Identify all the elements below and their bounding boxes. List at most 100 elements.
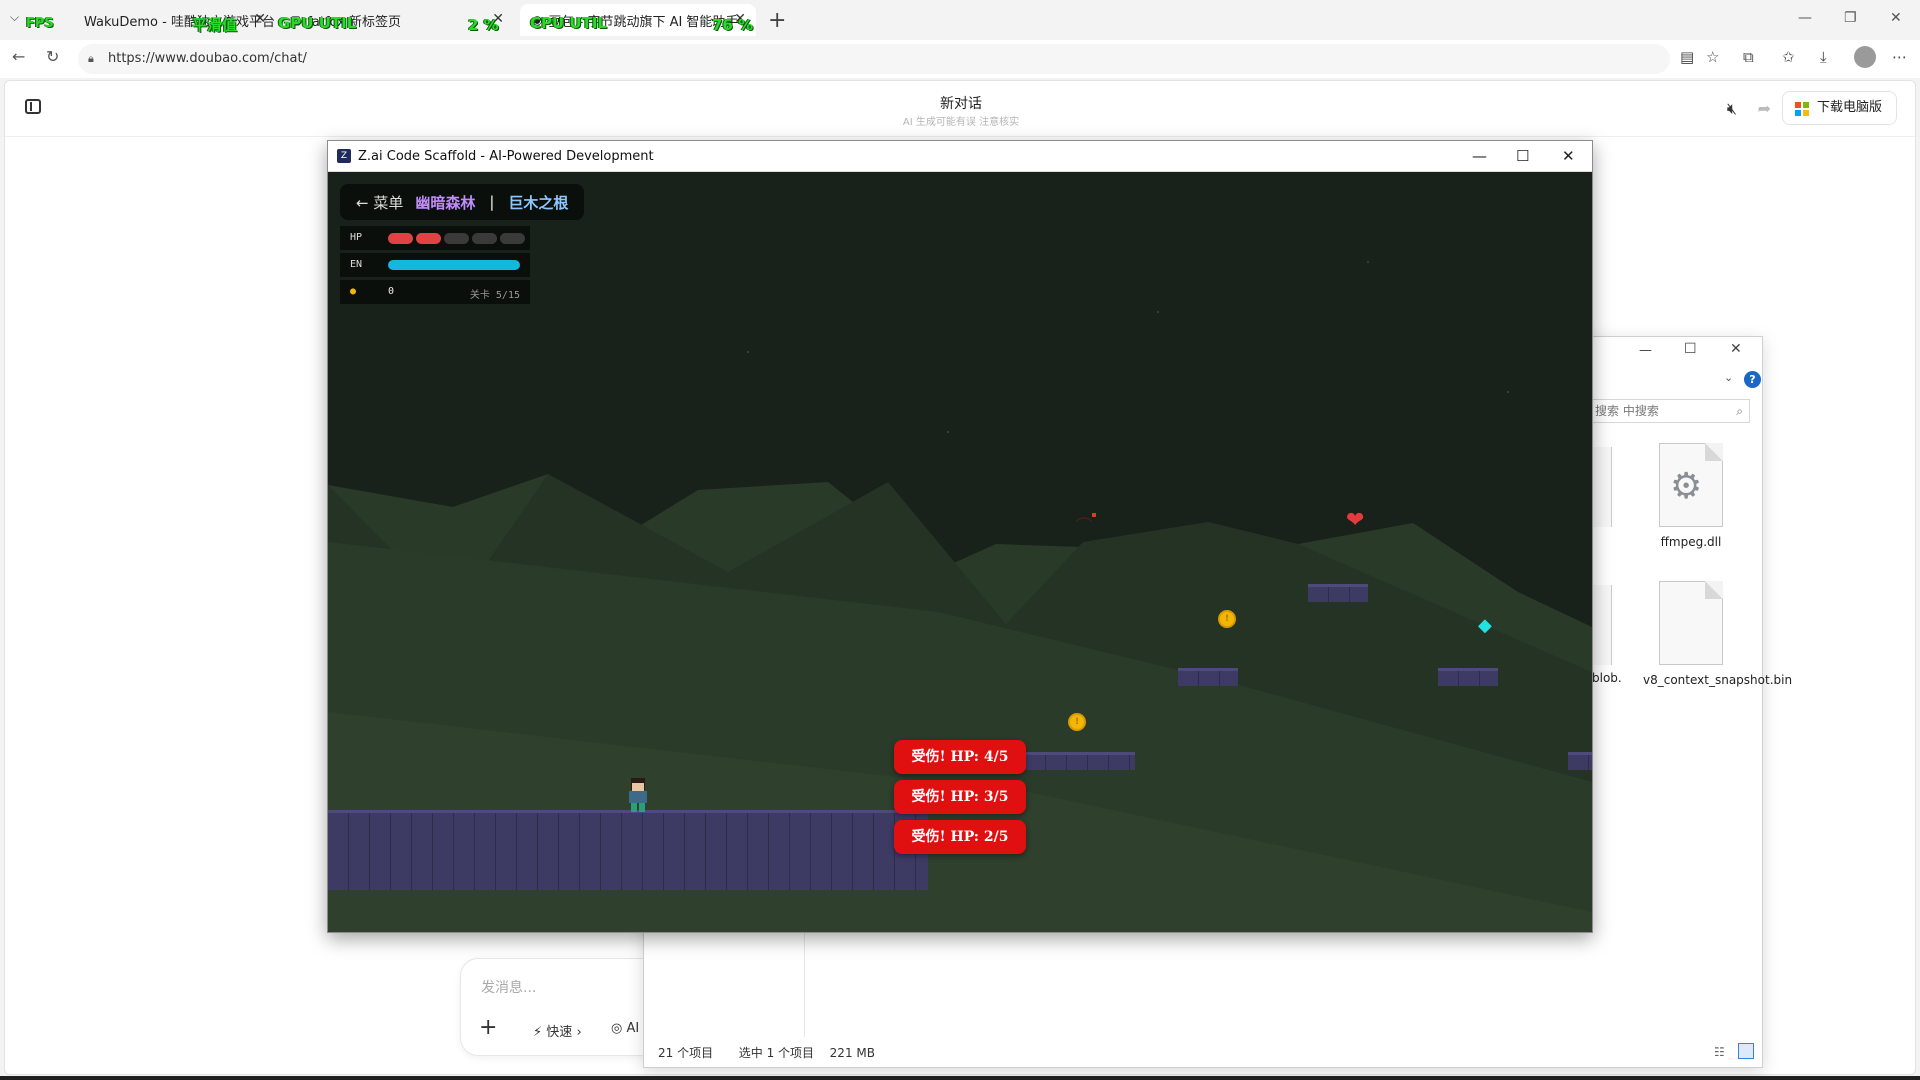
favorites-list-icon[interactable]: ✩ [1782, 48, 1795, 66]
app-logo-icon: Z [337, 149, 351, 163]
file-v8-snapshot[interactable]: v8_context_snapshot.bin [1643, 581, 1792, 687]
selected-size: 221 MB [829, 1046, 875, 1060]
hp-pill-full [388, 233, 413, 244]
explorer-search-input[interactable]: 搜索 中搜索 ⌕ [1584, 399, 1750, 423]
extensions-icon[interactable]: ⧉ [1743, 48, 1754, 66]
address-bar-row: 🔒︎ https://www.doubao.com/chat/ [0, 40, 1920, 78]
reader-icon[interactable]: ▤ [1680, 48, 1694, 66]
hp-pill-empty [444, 233, 469, 244]
search-icon: ⌕ [1736, 404, 1743, 418]
coin-row: ● 0 关卡 5/15 [340, 280, 530, 304]
platform [1025, 752, 1135, 770]
ai-tool-button[interactable]: ◎ AI [611, 1021, 639, 1036]
file-ffmpeg[interactable]: ⚙ ffmpeg.dll [1643, 443, 1739, 549]
taskbar-edge [0, 1076, 1920, 1080]
file-name: ffmpeg.dll [1660, 535, 1722, 549]
lightning-icon: ⚡︎ [533, 1025, 543, 1040]
bat-enemy-eye [1092, 513, 1096, 517]
download-desktop-button[interactable]: 下载电脑版 [1781, 91, 1897, 125]
tab-list-chevron-icon[interactable]: ⌵ [10, 10, 19, 25]
profile-avatar[interactable] [1854, 46, 1876, 68]
back-icon[interactable]: ← [12, 47, 25, 66]
damage-toast: 受伤! HP: 2/5 [894, 820, 1026, 854]
message-composer[interactable]: 发消息... + ⚡︎ 快速 › ◎ AI [460, 958, 660, 1056]
minimize-icon[interactable]: — [1639, 343, 1652, 358]
fast-mode-button[interactable]: ⚡︎ 快速 › [533, 1021, 582, 1040]
maximize-icon[interactable]: ☐ [1684, 341, 1697, 357]
energy-bar [388, 260, 520, 270]
lock-icon: 🔒︎ [88, 52, 94, 65]
chat-disclaimer: AI 生成可能有误 注意核实 [902, 117, 1020, 128]
selected-count: 选中 1 个项目 [738, 1046, 815, 1060]
damage-toast: 受伤! HP: 3/5 [894, 780, 1026, 814]
tab-wakudemo[interactable]: WakuDemo - 哇酷独立游戏平台 ✕ [58, 4, 276, 36]
download-label: 下载电脑版 [1816, 100, 1882, 115]
mute-icon[interactable]: 🔇︎ [1727, 99, 1737, 119]
close-icon[interactable]: ✕ [254, 11, 266, 27]
cpu-overlay-value: 76 % [712, 16, 754, 34]
gear-file-icon: ⚙ [1659, 443, 1723, 527]
gpu-overlay-value: 2 % [468, 16, 499, 34]
file-name: v8_context_snapshot.bin [1643, 673, 1793, 687]
partial-file-label: blob. [1592, 671, 1622, 685]
platform [1308, 584, 1368, 602]
refresh-icon[interactable]: ↻ [46, 47, 59, 66]
hp-pill-empty [500, 233, 525, 244]
details-view-icon[interactable]: ☷ [1714, 1045, 1725, 1059]
new-tab-button[interactable]: + [768, 8, 786, 33]
restore-icon[interactable]: ❐ [1844, 10, 1857, 26]
minimize-icon[interactable]: — [1472, 147, 1487, 165]
minimize-icon[interactable]: — [1798, 10, 1812, 26]
windows-logo-icon [1794, 102, 1809, 116]
close-icon[interactable]: ✕ [1890, 10, 1902, 26]
message-input[interactable]: 发消息... [481, 977, 536, 997]
platform [1568, 752, 1592, 770]
share-icon[interactable]: ➦ [1758, 99, 1771, 118]
game-canvas[interactable]: ! ! ❤ ◆ ⌒ ▪▪▪ ← 菜单 幽暗森林 | 巨木之根 HP EN [328, 172, 1592, 932]
coin-pickup: ! [1218, 610, 1236, 628]
search-placeholder: 搜索 中搜索 [1595, 404, 1659, 418]
coin-count: 0 [388, 286, 395, 297]
game-window-title: Z.ai Code Scaffold - AI-Powered Developm… [358, 149, 654, 164]
gem-pickup-icon: ◆ [1478, 615, 1492, 636]
en-label: EN [350, 259, 363, 270]
tiles-view-icon[interactable] [1738, 1043, 1754, 1059]
platform [1178, 668, 1238, 686]
url-field[interactable]: 🔒︎ https://www.doubao.com/chat/ [78, 44, 1670, 74]
download-icon[interactable]: ⤓ [1820, 48, 1827, 66]
expand-ribbon-icon[interactable]: ⌄ [1724, 371, 1733, 384]
damage-toast: 受伤! HP: 4/5 [894, 740, 1026, 774]
ground-platform [328, 810, 928, 890]
hud-separator: | [489, 193, 495, 211]
cpu-overlay-label: CPU UTIL [530, 14, 607, 32]
bat-enemy-icon: ⌒ [1076, 516, 1093, 535]
maximize-icon[interactable]: ☐ [1516, 147, 1529, 165]
player-character [626, 778, 650, 812]
more-icon[interactable]: ⋯ [1892, 48, 1907, 66]
fast-mode-label: 快速 [546, 1025, 573, 1040]
close-icon[interactable]: ✕ [1730, 341, 1742, 357]
attach-plus-button[interactable]: + [479, 1015, 497, 1040]
browser-tab-bar: ⌵ WakuDemo - 哇酷独立游戏平台 ✕ ▢ fatfox 新标签页 ✕ … [0, 0, 1920, 40]
url-text: https://www.doubao.com/chat/ [108, 51, 307, 66]
hp-pill-empty [472, 233, 497, 244]
close-icon[interactable]: ✕ [1562, 147, 1575, 165]
chat-header: 新对话 AI 生成可能有误 注意核实 🔇︎ ➦ 下载电脑版 [5, 81, 1915, 137]
fps-overlay-label: FPS [26, 16, 54, 31]
energy-fill [388, 260, 520, 270]
world-name: 幽暗森林 [415, 193, 476, 212]
level-name: 巨木之根 [508, 193, 569, 212]
platform [1438, 668, 1498, 686]
back-to-menu-button[interactable]: ← 菜单 [356, 192, 403, 213]
item-count: 21 个项目 [658, 1046, 714, 1060]
chevron-right-icon: › [576, 1025, 582, 1040]
heart-pickup-icon: ❤ [1346, 508, 1365, 533]
hud-level-bar: ← 菜单 幽暗森林 | 巨木之根 [340, 184, 585, 220]
help-icon[interactable]: ? [1744, 371, 1761, 388]
energy-row: EN [340, 253, 530, 277]
coin-bag-icon: ● [350, 286, 357, 297]
hp-row: HP [340, 226, 530, 250]
tab-label: WakuDemo - 哇酷独立游戏平台 [84, 14, 275, 30]
favorite-icon[interactable]: ☆ [1706, 48, 1719, 66]
game-titlebar: Z Z.ai Code Scaffold - AI-Powered Develo… [328, 141, 1592, 172]
